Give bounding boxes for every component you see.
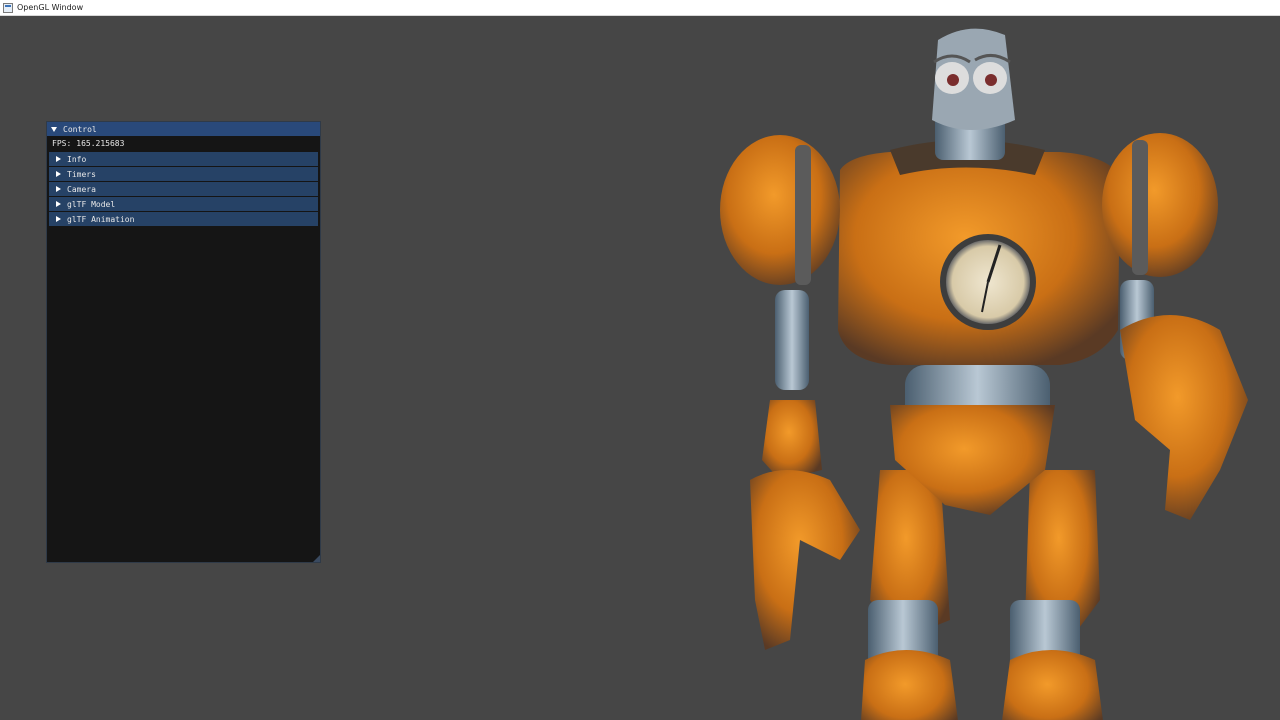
section-label: glTF Animation	[67, 214, 135, 224]
expand-arrow-icon	[56, 216, 61, 222]
fps-value: 165.215683	[76, 139, 125, 148]
section-camera[interactable]: Camera	[49, 182, 318, 196]
resize-grip-icon[interactable]	[313, 555, 320, 562]
section-timers[interactable]: Timers	[49, 167, 318, 181]
control-panel-titlebar[interactable]: Control	[47, 122, 320, 136]
expand-arrow-icon	[56, 171, 61, 177]
app-window-icon	[3, 2, 13, 13]
section-gltf-model[interactable]: glTF Model	[49, 197, 318, 211]
expand-arrow-icon	[56, 156, 61, 162]
section-info[interactable]: Info	[49, 152, 318, 166]
window-title: OpenGL Window	[17, 3, 84, 12]
section-gltf-animation[interactable]: glTF Animation	[49, 212, 318, 226]
section-label: Camera	[67, 184, 96, 194]
expand-arrow-icon	[56, 201, 61, 207]
section-label: Info	[67, 154, 87, 164]
window-titlebar[interactable]: OpenGL Window	[0, 0, 1280, 16]
section-label: Timers	[67, 169, 96, 179]
fps-label: FPS:	[52, 139, 72, 148]
control-panel[interactable]: Control FPS: 165.215683 Info Timers Came…	[46, 121, 321, 563]
expand-arrow-icon	[56, 186, 61, 192]
opengl-viewport[interactable]: Control FPS: 165.215683 Info Timers Came…	[0, 16, 1280, 720]
section-label: glTF Model	[67, 199, 116, 209]
control-panel-title: Control	[63, 124, 97, 134]
collapse-arrow-icon[interactable]	[51, 126, 57, 132]
fps-readout: FPS: 165.215683	[47, 136, 320, 151]
robot-model-render	[720, 28, 1248, 720]
